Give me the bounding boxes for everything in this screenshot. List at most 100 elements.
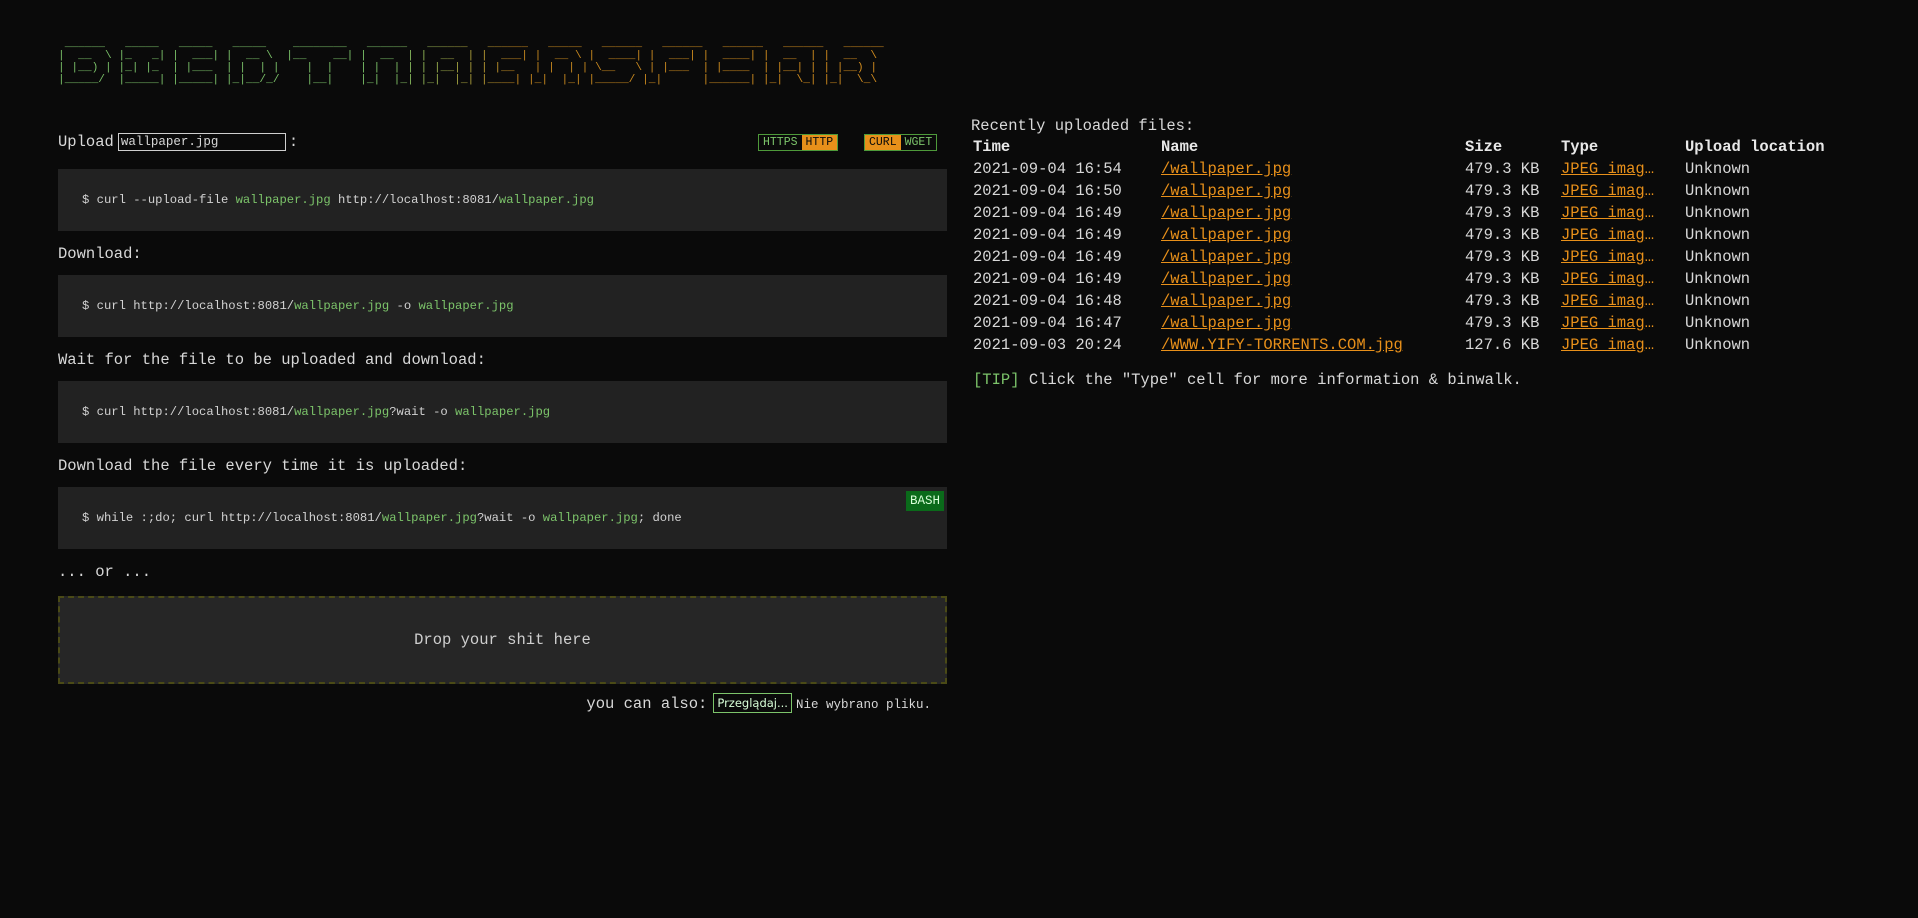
tool-toggle: CURL WGET bbox=[864, 134, 938, 151]
cell-time: 2021-09-04 16:49 bbox=[973, 204, 1122, 222]
cell-size: 479.3 KB bbox=[1465, 248, 1540, 266]
type-link[interactable]: JPEG image data bbox=[1561, 202, 1659, 224]
type-link[interactable]: JPEG image data bbox=[1561, 224, 1659, 246]
type-link[interactable]: JPEG image data bbox=[1561, 158, 1659, 180]
cell-time: 2021-09-04 16:48 bbox=[973, 292, 1122, 310]
recent-files-table: Time Name Size Type Upload location 2021… bbox=[973, 136, 1855, 356]
https-option[interactable]: HTTPS bbox=[759, 135, 802, 150]
cmd-text: $ curl http://localhost:8081/ bbox=[82, 299, 295, 313]
file-link[interactable]: /wallpaper.jpg bbox=[1161, 270, 1291, 288]
table-row: 2021-09-04 16:47 /wallpaper.jpg 479.3 KB… bbox=[973, 312, 1855, 334]
cell-time: 2021-09-04 16:47 bbox=[973, 314, 1122, 332]
http-option[interactable]: HTTP bbox=[801, 135, 838, 150]
left-column: Upload: HTTPSHTTP CURLWGET $ curl --uplo… bbox=[58, 128, 947, 716]
cmd-filename: wallpaper.jpg bbox=[381, 511, 477, 525]
cell-size: 479.3 KB bbox=[1465, 292, 1540, 310]
cell-size: 479.3 KB bbox=[1465, 226, 1540, 244]
wait-command[interactable]: $ curl http://localhost:8081/wallpaper.j… bbox=[58, 381, 947, 443]
cmd-text: $ curl --upload-file bbox=[82, 193, 236, 207]
cell-time: 2021-09-04 16:54 bbox=[973, 160, 1122, 178]
cell-location: Unknown bbox=[1685, 336, 1751, 354]
type-link[interactable]: JPEG image data bbox=[1561, 246, 1659, 268]
cell-location: Unknown bbox=[1685, 270, 1751, 288]
loop-label: Download the file every time it is uploa… bbox=[58, 457, 468, 475]
col-header-size: Size bbox=[1465, 138, 1503, 156]
cell-location: Unknown bbox=[1685, 182, 1751, 200]
file-link[interactable]: /wallpaper.jpg bbox=[1161, 314, 1291, 332]
protocol-toggle: HTTPS HTTP bbox=[758, 134, 839, 151]
download-label: Download: bbox=[58, 245, 142, 263]
cell-location: Unknown bbox=[1685, 314, 1751, 332]
type-link[interactable]: JPEG image data bbox=[1561, 268, 1659, 290]
type-link[interactable]: JPEG image data bbox=[1561, 334, 1659, 356]
cmd-text: ; done bbox=[637, 511, 682, 525]
cell-time: 2021-09-04 16:49 bbox=[973, 226, 1122, 244]
cell-size: 479.3 KB bbox=[1465, 160, 1540, 178]
table-row: 2021-09-04 16:49 /wallpaper.jpg 479.3 KB… bbox=[973, 202, 1855, 224]
ascii-logo: ______ _____ _____ _____ ________ ______… bbox=[58, 38, 891, 86]
file-link[interactable]: /wallpaper.jpg bbox=[1161, 292, 1291, 310]
loop-command[interactable]: $ while :;do; curl http://localhost:8081… bbox=[58, 487, 947, 549]
curl-option[interactable]: CURL bbox=[865, 135, 901, 150]
cmd-text: ?wait -o bbox=[476, 511, 543, 525]
file-link[interactable]: /wallpaper.jpg bbox=[1161, 226, 1291, 244]
bash-badge[interactable]: BASH bbox=[905, 491, 944, 511]
table-row: 2021-09-03 20:24 /WWW.YIFY-TORRENTS.COM.… bbox=[973, 334, 1855, 356]
cell-size: 479.3 KB bbox=[1465, 270, 1540, 288]
cell-location: Unknown bbox=[1685, 248, 1751, 266]
cell-time: 2021-09-03 20:24 bbox=[973, 336, 1122, 354]
cell-time: 2021-09-04 16:49 bbox=[973, 248, 1122, 266]
filename-input[interactable] bbox=[117, 132, 286, 151]
cell-time: 2021-09-04 16:49 bbox=[973, 270, 1122, 288]
col-header-location: Upload location bbox=[1685, 138, 1825, 156]
cell-size: 127.6 KB bbox=[1465, 336, 1540, 354]
no-file-text: Nie wybrano pliku. bbox=[795, 698, 931, 712]
wget-option[interactable]: WGET bbox=[900, 135, 937, 150]
cmd-text: $ curl http://localhost:8081/ bbox=[82, 405, 295, 419]
or-separator: ... or ... bbox=[58, 563, 152, 581]
file-link[interactable]: /wallpaper.jpg bbox=[1161, 182, 1291, 200]
table-row: 2021-09-04 16:50 /wallpaper.jpg 479.3 KB… bbox=[973, 180, 1855, 202]
upload-colon: : bbox=[288, 133, 299, 151]
file-picker-row: you can also: Przeglądaj... Nie wybrano pl… bbox=[58, 692, 947, 716]
cmd-filename: wallpaper.jpg bbox=[294, 299, 390, 313]
browse-button[interactable]: Przeglądaj... bbox=[713, 693, 792, 713]
type-link[interactable]: JPEG image data bbox=[1561, 180, 1659, 202]
upload-command[interactable]: $ curl --upload-file wallpaper.jpg http:… bbox=[58, 169, 947, 231]
tip-text: Click the "Type" cell for more informati… bbox=[1019, 371, 1522, 389]
type-link[interactable]: JPEG image data bbox=[1561, 290, 1659, 312]
tip-line: [TIP] Click the "Type" cell for more inf… bbox=[973, 370, 1871, 390]
type-link[interactable]: JPEG image data bbox=[1561, 312, 1659, 334]
cell-size: 479.3 KB bbox=[1465, 204, 1540, 222]
cmd-text: http://localhost:8081/ bbox=[330, 193, 499, 207]
recent-files-panel: Recently uploaded files: Time Name Size … bbox=[971, 116, 1871, 390]
file-link[interactable]: /wallpaper.jpg bbox=[1161, 160, 1291, 178]
file-link[interactable]: /wallpaper.jpg bbox=[1161, 248, 1291, 266]
cell-size: 479.3 KB bbox=[1465, 182, 1540, 200]
table-row: 2021-09-04 16:48 /wallpaper.jpg 479.3 KB… bbox=[973, 290, 1855, 312]
cell-location: Unknown bbox=[1685, 226, 1751, 244]
file-link[interactable]: /wallpaper.jpg bbox=[1161, 204, 1291, 222]
table-row: 2021-09-04 16:49 /wallpaper.jpg 479.3 KB… bbox=[973, 246, 1855, 268]
recent-files-title: Recently uploaded files: bbox=[971, 117, 1195, 135]
cell-location: Unknown bbox=[1685, 204, 1751, 222]
col-header-type: Type bbox=[1561, 138, 1599, 156]
cell-time: 2021-09-04 16:50 bbox=[973, 182, 1122, 200]
page: ______ _____ _____ _____ ________ ______… bbox=[0, 0, 1918, 918]
cmd-filename: wallpaper.jpg bbox=[542, 511, 638, 525]
cmd-filename: wallpaper.jpg bbox=[498, 193, 594, 207]
table-row: 2021-09-04 16:54 /wallpaper.jpg 479.3 KB… bbox=[973, 158, 1855, 180]
cmd-filename: wallpaper.jpg bbox=[294, 405, 390, 419]
download-command[interactable]: $ curl http://localhost:8081/wallpaper.j… bbox=[58, 275, 947, 337]
col-header-name: Name bbox=[1161, 138, 1199, 156]
file-link[interactable]: /WWW.YIFY-TORRENTS.COM.jpg bbox=[1161, 336, 1403, 354]
cmd-filename: wallpaper.jpg bbox=[455, 405, 551, 419]
drop-zone-text: Drop your shit here bbox=[414, 631, 591, 649]
cell-size: 479.3 KB bbox=[1465, 314, 1540, 332]
table-row: 2021-09-04 16:49 /wallpaper.jpg 479.3 KB… bbox=[973, 224, 1855, 246]
cell-location: Unknown bbox=[1685, 292, 1751, 310]
col-header-time: Time bbox=[973, 138, 1011, 156]
drop-zone[interactable]: Drop your shit here bbox=[58, 596, 947, 684]
cell-location: Unknown bbox=[1685, 160, 1751, 178]
also-label: you can also: bbox=[586, 695, 708, 713]
